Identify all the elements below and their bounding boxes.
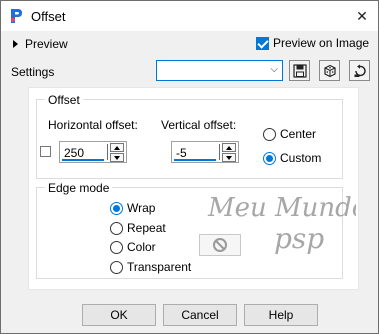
radio-unchecked-icon [110, 240, 123, 254]
preview-on-image-label: Preview on Image [273, 36, 370, 50]
preview-toggle[interactable]: Preview [13, 37, 68, 51]
color-label: Color [127, 240, 156, 254]
horizontal-offset-label: Horizontal offset: [48, 118, 138, 132]
radio-unchecked-icon [110, 221, 123, 235]
wrap-radio[interactable]: Wrap [110, 201, 155, 215]
close-button[interactable]: ✕ [350, 4, 374, 28]
ok-label: OK [110, 308, 128, 322]
radio-checked-icon [110, 201, 123, 215]
watermark-line2: psp [274, 222, 324, 255]
wrap-label: Wrap [127, 201, 156, 215]
focus-underline [62, 159, 104, 161]
expand-triangle-icon [13, 40, 18, 48]
color-radio[interactable]: Color [110, 240, 156, 254]
decrement-button[interactable] [110, 153, 124, 162]
preview-row: Preview Preview on Image [1, 31, 378, 53]
offset-dialog: Offset ✕ Preview Preview on Image Settin… [0, 0, 379, 334]
reset-icon [354, 64, 366, 77]
edge-mode-group-title: Edge mode [45, 181, 113, 195]
up-arrow-icon [114, 146, 120, 150]
radio-unchecked-icon [110, 260, 123, 274]
settings-dropdown[interactable]: ⌵ [156, 60, 283, 81]
increment-button[interactable] [110, 143, 124, 152]
increment-button[interactable] [222, 143, 236, 152]
randomize-button[interactable] [319, 60, 340, 81]
transparent-label: Transparent [127, 260, 192, 274]
decrement-button[interactable] [222, 153, 236, 162]
save-icon [292, 63, 307, 78]
radio-unchecked-icon [263, 127, 276, 141]
custom-radio[interactable]: Custom [263, 151, 321, 165]
focus-underline [174, 159, 216, 161]
window-title: Offset [31, 9, 66, 24]
help-label: Help [268, 308, 294, 322]
spin-separator [107, 144, 108, 160]
center-radio[interactable]: Center [263, 127, 316, 141]
vertical-offset-stepper[interactable]: -5 [171, 141, 239, 163]
save-preset-button[interactable] [289, 60, 310, 81]
transparent-radio[interactable]: Transparent [110, 260, 191, 274]
cancel-label: Cancel [181, 308, 219, 322]
preview-label: Preview [25, 37, 68, 51]
help-button[interactable]: Help [244, 304, 318, 326]
radio-checked-icon [263, 151, 276, 165]
chevron-down-icon: ⌵ [270, 64, 278, 75]
watermark-logo: Meu Mundo psp [207, 193, 356, 255]
horizontal-offset-value: 250 [64, 146, 85, 160]
vertical-offset-label: Vertical offset: [161, 118, 237, 132]
title-bar: Offset ✕ [1, 1, 378, 31]
cancel-button[interactable]: Cancel [163, 304, 237, 326]
center-label: Center [280, 127, 317, 141]
preview-on-image-checkbox[interactable]: Preview on Image [256, 36, 369, 50]
repeat-label: Repeat [127, 221, 166, 235]
link-offsets-checkbox[interactable] [40, 146, 51, 157]
custom-label: Custom [280, 151, 322, 165]
paintshop-app-icon [9, 8, 23, 24]
horizontal-offset-stepper[interactable]: 250 [59, 141, 127, 163]
dice-icon [323, 64, 336, 77]
spin-separator [219, 144, 220, 160]
down-arrow-icon [226, 156, 232, 160]
ok-button[interactable]: OK [82, 304, 156, 326]
reset-button[interactable] [349, 60, 370, 81]
watermark-line1: Meu Mundo [207, 193, 356, 223]
close-icon: ✕ [356, 7, 368, 24]
vertical-offset-value: -5 [176, 146, 187, 160]
down-arrow-icon [114, 156, 120, 160]
checkbox-checked-icon [256, 36, 269, 50]
offset-group-title: Offset [45, 93, 83, 107]
settings-label: Settings [11, 65, 55, 79]
up-arrow-icon [226, 146, 232, 150]
repeat-radio[interactable]: Repeat [110, 221, 166, 235]
